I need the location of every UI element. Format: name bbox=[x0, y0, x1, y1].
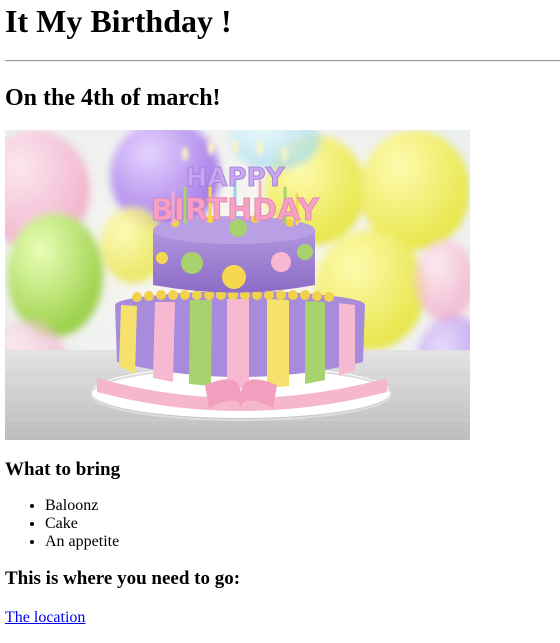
bring-list: Baloonz Cake An appetite bbox=[5, 497, 560, 551]
location-link[interactable]: The location bbox=[5, 609, 85, 626]
bring-heading: What to bring bbox=[5, 459, 121, 480]
topper-birthday-text: BIRTHDAY bbox=[151, 193, 321, 228]
birthday-cake-image: HAPPY BIRTHDAY bbox=[5, 130, 470, 440]
page: It My Birthday ! On the 4th of march! HA… bbox=[0, 0, 560, 627]
list-item: Baloonz bbox=[45, 497, 560, 515]
list-item: Cake bbox=[45, 515, 560, 533]
location-link-wrap: The location bbox=[5, 609, 560, 627]
date-heading: On the 4th of march! bbox=[5, 85, 221, 111]
location-heading: This is where you need to go: bbox=[5, 568, 241, 589]
list-item: An appetite bbox=[45, 533, 560, 551]
page-title: It My Birthday ! bbox=[5, 3, 232, 39]
topper-happy-text: HAPPY bbox=[186, 163, 286, 193]
divider bbox=[5, 60, 560, 62]
